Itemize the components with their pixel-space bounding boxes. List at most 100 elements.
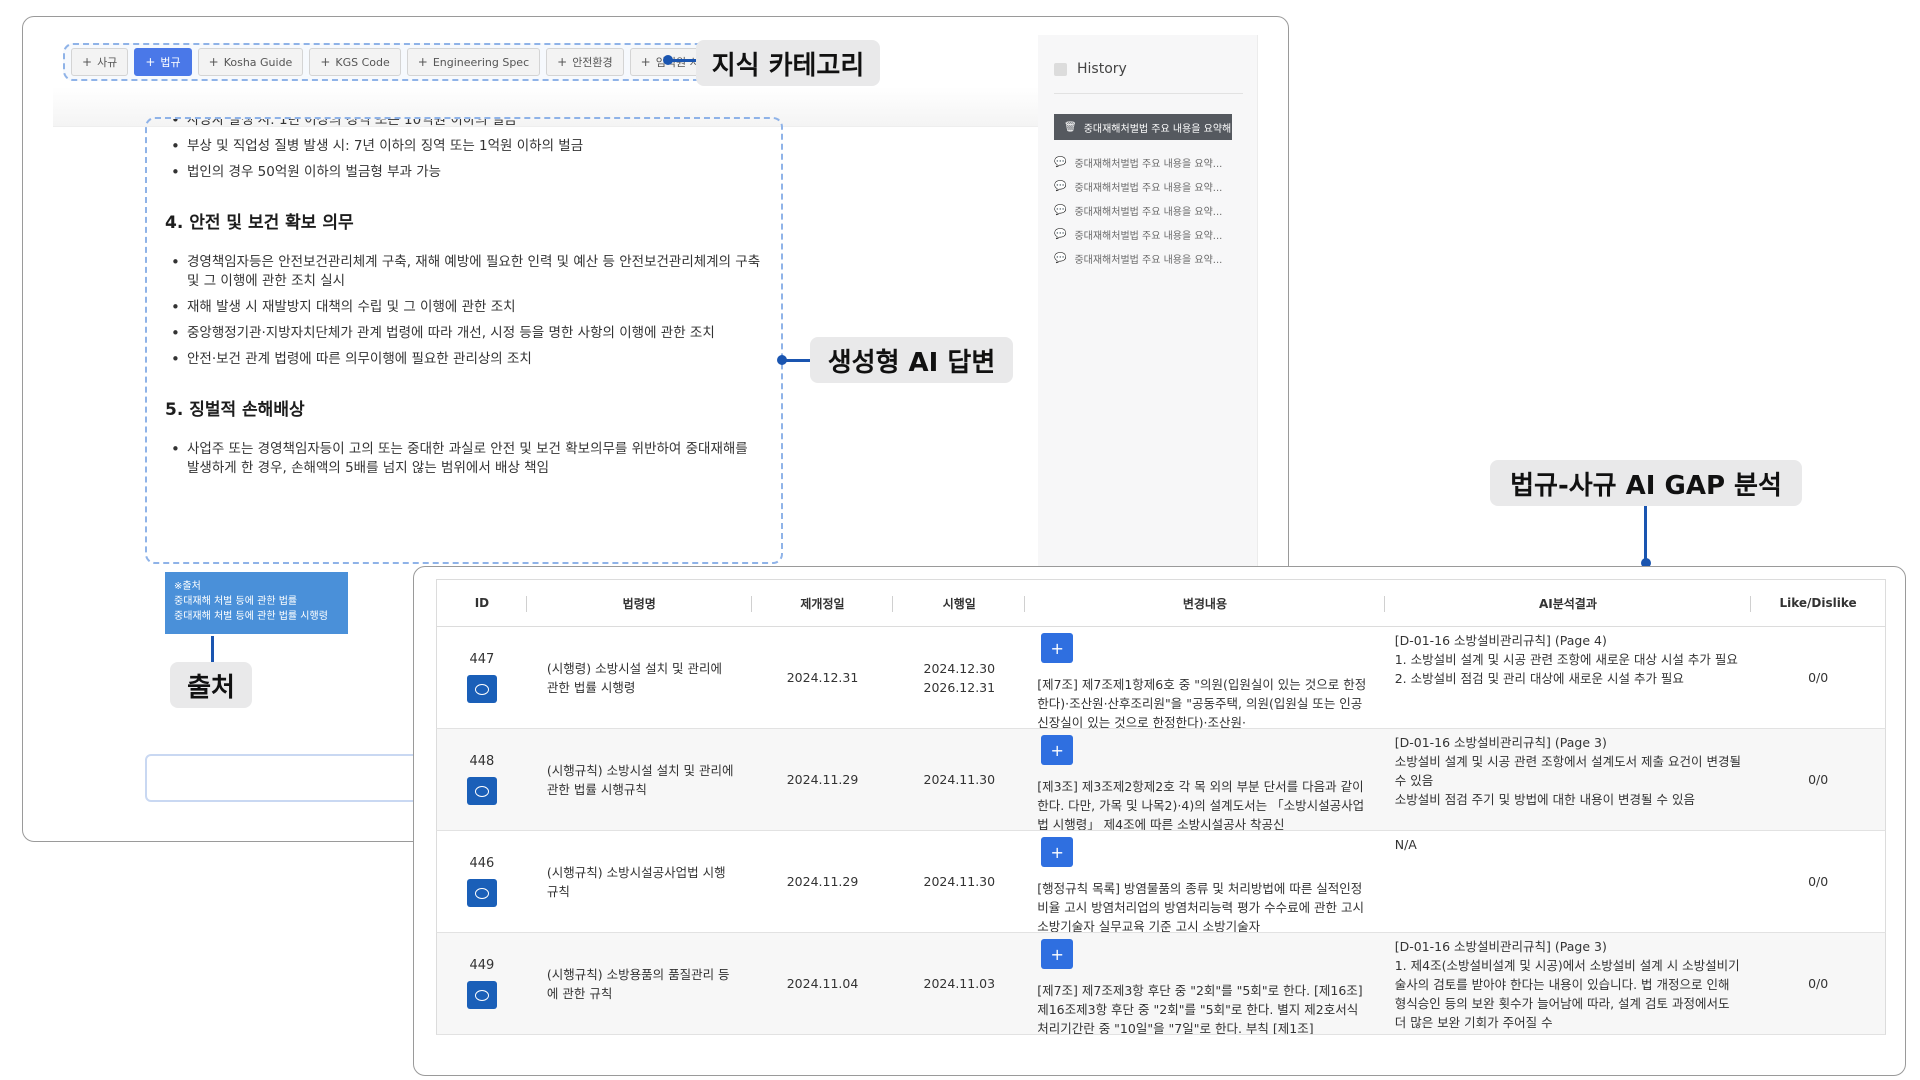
amended-date: 2024.12.31	[786, 670, 859, 685]
table-row: 449 (시행규칙) 소방용품의 품질관리 등에 관한 규칙 2024.11.0…	[436, 933, 1886, 1035]
effective-date: 2026.12.31	[923, 679, 996, 695]
cell-ai-result: N/A	[1385, 831, 1752, 932]
history-item[interactable]: 💬 중대재해처벌법 주요 내용을 요약...	[1054, 246, 1222, 270]
chat-button[interactable]	[466, 879, 497, 907]
duty-list: 경영책임자등은 안전보건관리체계 구축, 재해 예방에 필요한 인력 및 예산 …	[165, 253, 763, 369]
cell-effective-date: 2024.11.30	[893, 831, 1025, 932]
source-line: 중대재해 처벌 등에 관한 법률	[174, 596, 298, 607]
chat-icon	[474, 785, 489, 797]
chat-bubble-icon: 💬	[1054, 156, 1067, 168]
cell-effective-date: 2024.11.03	[893, 933, 1025, 1034]
source-box[interactable]: ※출처 중대재해 처벌 등에 관한 법률 중대재해 처벌 등에 관한 법률 시행…	[165, 572, 348, 634]
history-item[interactable]: 💬 중대재해처벌법 주요 내용을 요약...	[1054, 198, 1222, 222]
cell-like-dislike[interactable]: 0/0	[1751, 831, 1885, 932]
section-heading-5: 5. 징벌적 손해배상	[165, 400, 305, 420]
chat-icon	[474, 683, 489, 695]
plus-icon: +	[417, 55, 428, 69]
table-header: ID 법령명 제개정일 시행일 변경내용 AI분석결과 Like/Dislike	[436, 579, 1886, 627]
amended-date: 2024.11.04	[786, 976, 859, 991]
trash-icon[interactable]: 🗑	[1064, 122, 1077, 133]
like-count: 0/0	[1808, 874, 1829, 889]
tab-0[interactable]: + 사규	[71, 48, 129, 76]
cell-id: 447	[437, 627, 527, 728]
tab-label: Kosha Guide	[223, 55, 293, 69]
cell-like-dislike[interactable]: 0/0	[1751, 933, 1885, 1034]
effective-date: 2024.12.30	[923, 660, 996, 676]
chat-button[interactable]	[466, 675, 497, 703]
row-id: 448	[469, 754, 495, 769]
cell-law-name: (시행규칙) 소방시설 설치 및 관리에 관한 법률 시행규칙	[527, 729, 752, 830]
change-text: [행정규칙 목록] 방염물품의 종류 및 처리방법에 따른 실적인정 비율 고시…	[1037, 881, 1365, 932]
history-title: History	[1077, 61, 1127, 77]
history-item-label: 중대재해처벌법 주요 내용을 요약...	[1074, 182, 1223, 194]
chat-bubble-icon: 💬	[1054, 252, 1067, 264]
effective-date: 2024.11.30	[923, 772, 996, 787]
history-item[interactable]: 💬 중대재해처벌법 주요 내용을 요약...	[1054, 150, 1222, 174]
list-item: 사업주 또는 경영책임자등이 고의 또는 중대한 과실로 안전 및 보건 확보의…	[165, 440, 763, 478]
tab-label: 안전환경	[572, 56, 613, 69]
ai-result-line: 1. 제4조(소방설비설계 및 시공)에서 소방설비 설계 시 소방설비기술사의…	[1394, 958, 1740, 1030]
ai-result-line: 2. 소방설비 점검 및 관리 대상에 새로운 시설 추가 필요	[1394, 671, 1684, 686]
tab-2[interactable]: + Kosha Guide	[197, 48, 304, 76]
like-count: 0/0	[1808, 670, 1829, 685]
cell-id: 448	[437, 729, 527, 830]
expand-plus-button[interactable]: +	[1041, 837, 1074, 867]
history-item[interactable]: 💬 중대재해처벌법 주요 내용을 요약...	[1054, 174, 1222, 198]
amended-date: 2024.11.29	[786, 772, 859, 787]
list-item: 경영책임자등은 안전보건관리체계 구축, 재해 예방에 필요한 인력 및 예산 …	[165, 253, 763, 291]
chat-bubble-icon: 💬	[1054, 180, 1067, 192]
chat-bubble-icon: 💬	[1054, 204, 1067, 216]
callout-source: 출처	[170, 662, 252, 708]
table-row: 448 (시행규칙) 소방시설 설치 및 관리에 관한 법률 시행규칙 2024…	[436, 729, 1886, 831]
cell-change: + [행정규칙 목록] 방염물품의 종류 및 처리방법에 따른 실적인정 비율 …	[1025, 831, 1385, 932]
gap-analysis-table: ID 법령명 제개정일 시행일 변경내용 AI분석결과 Like/Dislike…	[436, 579, 1886, 1035]
plus-icon: +	[640, 55, 651, 69]
cell-change: + [제7조] 제7조제1항제6호 중 "의원(입원실이 있는 것으로 한정한다…	[1025, 627, 1385, 728]
cell-law-name: (시행규칙) 소방시설공사업법 시행규칙	[527, 831, 752, 932]
tab-5[interactable]: + 안전환경	[546, 48, 624, 76]
ai-result-line: [D-01-16 소방설비관리규칙] (Page 3)	[1394, 939, 1607, 954]
col-header-change[interactable]: 변경내용	[1025, 580, 1385, 626]
expand-plus-button[interactable]: +	[1041, 735, 1074, 765]
gap-analysis-window: ID 법령명 제개정일 시행일 변경내용 AI분석결과 Like/Dislike…	[413, 566, 1906, 1076]
col-header-id[interactable]: ID	[437, 580, 527, 626]
col-header-like[interactable]: Like/Dislike	[1751, 580, 1885, 626]
col-header-ai[interactable]: AI분석결과	[1385, 580, 1752, 626]
chat-button[interactable]	[466, 777, 497, 805]
cell-like-dislike[interactable]: 0/0	[1751, 627, 1885, 728]
history-item-label: 중대재해처벌법 주요 내용을 요약...	[1074, 230, 1223, 242]
expand-plus-button[interactable]: +	[1041, 633, 1074, 663]
expand-plus-button[interactable]: +	[1041, 939, 1074, 969]
composite-screenshot: + 사규 + 법규 + Kosha Guide + KGS Code + Engineering …	[0, 0, 1920, 1080]
cell-amended-date: 2024.12.31	[752, 627, 894, 728]
tab-3[interactable]: + KGS Code	[309, 48, 401, 76]
cell-ai-result: [D-01-16 소방설비관리규칙] (Page 3) 1. 제4조(소방설비설계…	[1385, 933, 1752, 1034]
history-item-label: 중대재해처벌법 주요 내용을 요약...	[1074, 206, 1223, 218]
cell-like-dislike[interactable]: 0/0	[1751, 729, 1885, 830]
history-item[interactable]: 💬 중대재해처벌법 주요 내용을 요약...	[1054, 222, 1222, 246]
cell-amended-date: 2024.11.29	[752, 729, 894, 830]
change-text: [제7조] 제7조제3항 후단 중 "2회"를 "5회"로 한다. [제16조]…	[1037, 983, 1363, 1034]
history-current-item[interactable]: 🗑 중대재해처벌법 주요 내용을 요약해	[1054, 114, 1232, 140]
cell-ai-result: [D-01-16 소방설비관리규칙] (Page 4) 1. 소방설비 설계 및 …	[1385, 627, 1752, 728]
tab-4[interactable]: + Engineering Spec	[406, 48, 541, 76]
cell-id: 446	[437, 831, 527, 932]
law-name: (시행규칙) 소방시설공사업법 시행규칙	[546, 864, 726, 899]
table-body: 447 (시행령) 소방시설 설치 및 관리에 관한 법률 시행령 2024.1…	[436, 627, 1886, 1035]
plus-icon: +	[145, 55, 156, 69]
col-header-amended[interactable]: 제개정일	[752, 580, 894, 626]
col-header-law[interactable]: 법령명	[527, 580, 752, 626]
cell-amended-date: 2024.11.04	[752, 933, 894, 1034]
plus-icon: +	[557, 55, 568, 69]
callout-line	[1644, 506, 1647, 562]
callout-answer: 생성형 AI 답변	[810, 337, 1013, 383]
col-header-effective[interactable]: 시행일	[893, 580, 1025, 626]
chat-button[interactable]	[466, 981, 497, 1009]
penalty-list: 사망자 발생 시: 1년 이상의 징역 또는 10억원 이하의 벌금 부상 및 …	[165, 119, 763, 182]
history-sidebar: History 🗑 중대재해처벌법 주요 내용을 요약해 💬 중대재해처벌법 주요…	[1038, 35, 1258, 575]
tab-1[interactable]: + 법규	[134, 48, 192, 76]
callout-line	[782, 359, 810, 362]
row-id: 447	[469, 652, 495, 667]
damages-list: 사업주 또는 경영책임자등이 고의 또는 중대한 과실로 안전 및 보건 확보의…	[165, 440, 763, 478]
plus-icon: +	[208, 55, 219, 69]
